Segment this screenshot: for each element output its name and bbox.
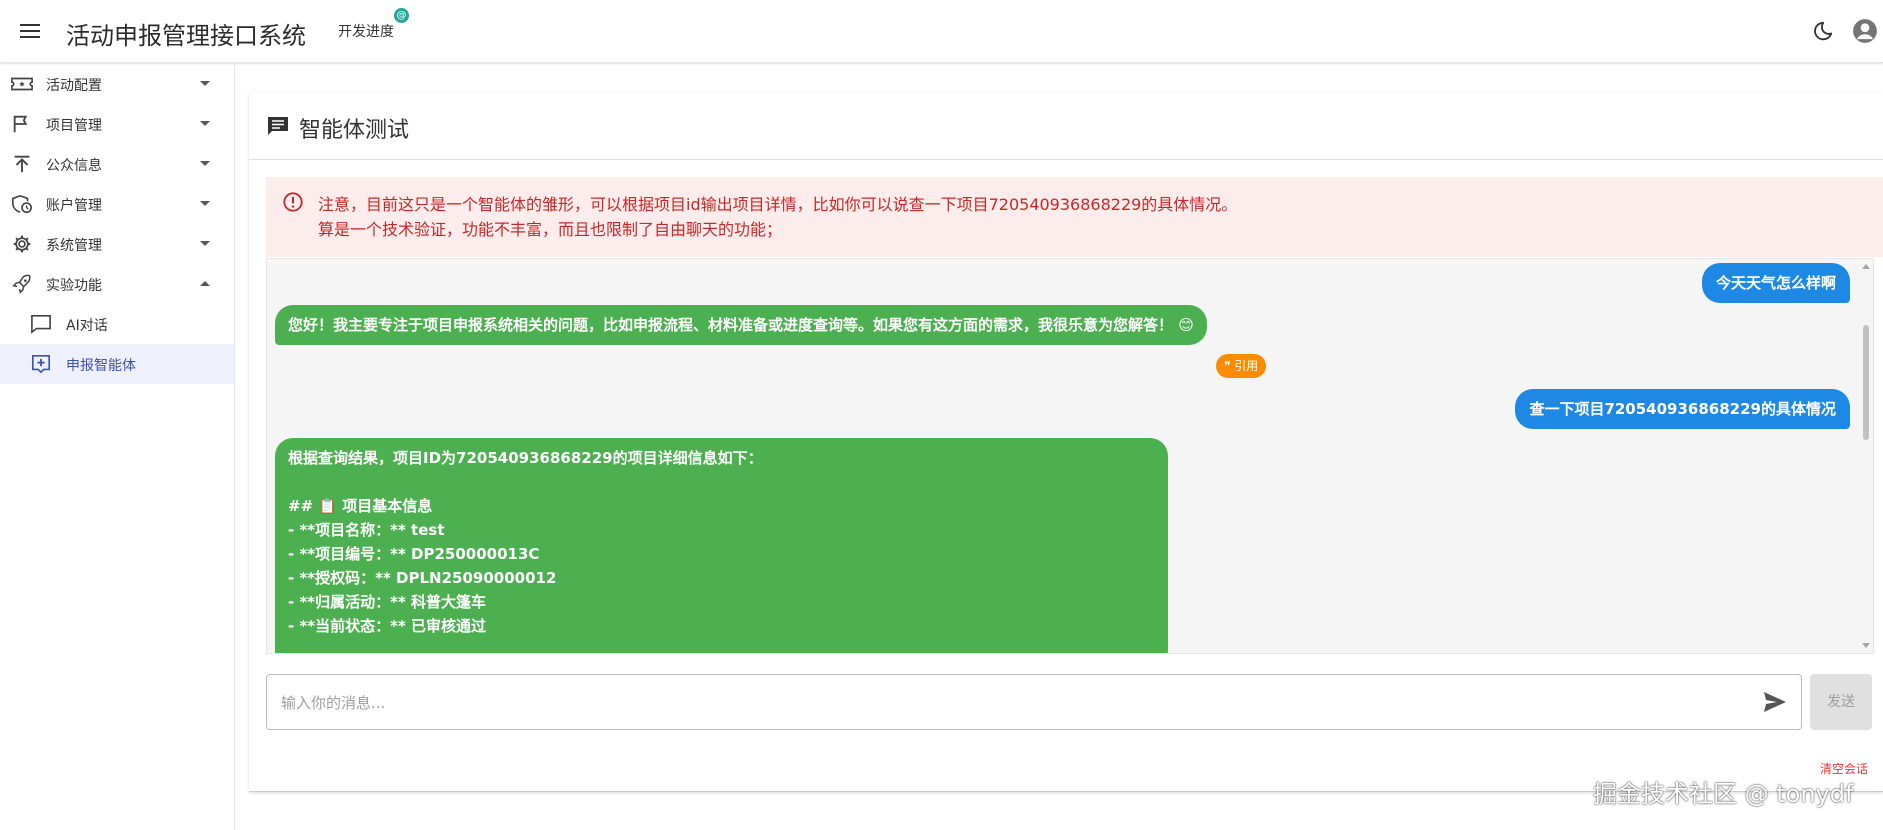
- message-icon: [268, 117, 288, 135]
- alert-circle-icon: [283, 192, 303, 212]
- user-message: 今天天气怎么样啊: [1701, 263, 1850, 303]
- notice-line-2: 算是一个技术验证，功能不丰富，而且也限制了自由聊天的功能；: [318, 220, 783, 239]
- chevron-down-icon: [200, 161, 210, 166]
- message-line: - **授权码：** DPLN25090000012: [288, 569, 557, 587]
- quote-button[interactable]: ❞ 引用: [1216, 354, 1267, 378]
- app-title: 活动申报管理接口系统: [66, 22, 306, 50]
- flag-icon: [13, 115, 28, 133]
- message-line: ## 📋 项目基本信息: [288, 497, 433, 515]
- sidebar-item-account-management[interactable]: 账户管理: [0, 184, 234, 224]
- warning-alert: 注意，目前这只是一个智能体的雏形，可以根据项目id输出项目详情，比如你可以说查一…: [266, 177, 1883, 257]
- sidebar-item-label: 申报智能体: [66, 358, 136, 374]
- sidebar-item-experimental[interactable]: 实验功能: [0, 264, 234, 304]
- upload-icon: [14, 155, 30, 173]
- message-plus-icon: [32, 355, 50, 374]
- chevron-up-icon: [200, 281, 210, 286]
- dev-progress-link[interactable]: 开发进度: [338, 21, 394, 41]
- sidebar: 活动配置 项目管理 公众信息 账户管理 系统管理 实验功能 AI对话 申报智能体: [0, 64, 235, 830]
- chevron-down-icon: [200, 201, 210, 206]
- bot-message: 您好！我主要专注于项目申报系统相关的问题，比如申报流程、材料准备或进度查询等。如…: [275, 305, 1207, 345]
- sidebar-item-system-management[interactable]: 系统管理: [0, 224, 234, 264]
- card-header: 智能体测试: [249, 92, 1883, 160]
- message-line: [288, 470, 1155, 494]
- bot-message: 根据查询结果，项目ID为720540936868229的项目详细信息如下： ##…: [275, 438, 1168, 653]
- dev-progress-badge: @: [394, 8, 409, 23]
- gear-icon: [13, 235, 31, 253]
- message-line: 根据查询结果，项目ID为720540936868229的项目详细信息如下：: [288, 449, 763, 467]
- moon-icon[interactable]: [1812, 20, 1834, 42]
- scroll-up-icon[interactable]: [1862, 264, 1870, 269]
- chat-scrollbar[interactable]: [1859, 259, 1873, 653]
- sidebar-item-project-management[interactable]: 项目管理: [0, 104, 234, 144]
- notice-line-1: 注意，目前这只是一个智能体的雏形，可以根据项目id输出项目详情，比如你可以说查一…: [318, 195, 1238, 214]
- page-title: 智能体测试: [299, 118, 410, 143]
- comment-icon: [31, 315, 51, 334]
- send-button[interactable]: 发送: [1810, 674, 1872, 730]
- scrollbar-thumb[interactable]: [1863, 325, 1869, 440]
- sidebar-item-label: 活动配置: [46, 78, 102, 94]
- user-message: 查一下项目720540936868229的具体情况: [1515, 389, 1850, 429]
- message-input[interactable]: [281, 691, 1721, 715]
- top-app-bar: 活动申报管理接口系统 开发进度 @: [0, 0, 1883, 63]
- shield-clock-icon: [12, 194, 32, 214]
- sidebar-item-declaration-agent[interactable]: 申报智能体: [0, 344, 234, 384]
- message-line: - **归属活动：** 科普大篷车: [288, 593, 487, 611]
- rocket-icon: [12, 274, 31, 294]
- message-line: - **当前状态：** 已审核通过: [288, 617, 487, 635]
- message-line: - **项目名称：** test: [288, 521, 445, 539]
- sidebar-item-activity-config[interactable]: 活动配置: [0, 64, 234, 104]
- sidebar-item-public-info[interactable]: 公众信息: [0, 144, 234, 184]
- chevron-down-icon: [200, 81, 210, 86]
- send-icon[interactable]: [1763, 691, 1787, 713]
- ticket-icon: [11, 77, 33, 91]
- message-line: - **项目编号：** DP250000013C: [288, 545, 540, 563]
- sidebar-item-label: 公众信息: [46, 158, 102, 174]
- scroll-down-icon[interactable]: [1862, 643, 1870, 648]
- sidebar-item-label: 系统管理: [46, 238, 102, 254]
- chevron-down-icon: [200, 241, 210, 246]
- sidebar-item-ai-chat[interactable]: AI对话: [0, 304, 234, 344]
- account-circle-icon[interactable]: [1852, 18, 1878, 44]
- watermark: 掘金技术社区 @ tonydf: [1593, 780, 1854, 808]
- chat-messages[interactable]: 今天天气怎么样啊 您好！我主要专注于项目申报系统相关的问题，比如申报流程、材料准…: [266, 258, 1874, 654]
- menu-icon[interactable]: [18, 20, 42, 42]
- agent-test-card: 智能体测试 注意，目前这只是一个智能体的雏形，可以根据项目id输出项目详情，比如…: [249, 92, 1883, 792]
- sidebar-item-label: 项目管理: [46, 118, 102, 134]
- sidebar-item-label: 账户管理: [46, 198, 102, 214]
- sidebar-item-label: 实验功能: [46, 278, 102, 294]
- message-input-box[interactable]: [266, 674, 1802, 730]
- sidebar-item-label: AI对话: [66, 318, 108, 334]
- chevron-down-icon: [200, 121, 210, 126]
